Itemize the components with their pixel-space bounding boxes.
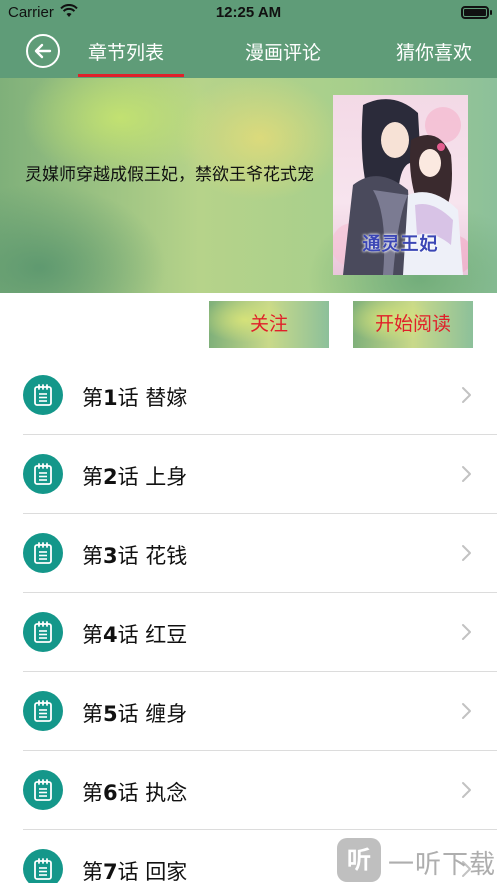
comic-cover-image[interactable]: 通灵王妃	[333, 95, 468, 275]
chapter-number: 5	[103, 702, 118, 726]
chapter-item[interactable]: 第6话 执念	[0, 751, 497, 830]
chapter-name: 话 红豆	[117, 623, 188, 647]
notebook-glyph	[34, 858, 52, 880]
chapter-item[interactable]: 第1话 替嫁	[0, 356, 497, 435]
chapter-number: 2	[103, 465, 118, 489]
chevron-right-icon	[462, 624, 471, 640]
notebook-icon	[23, 454, 63, 494]
chevron-right-icon	[462, 782, 471, 798]
notebook-icon	[23, 612, 63, 652]
chapter-item[interactable]: 第5话 缠身	[0, 672, 497, 751]
notebook-glyph	[34, 779, 52, 801]
watermark-logo: 听	[337, 838, 381, 882]
chapter-prefix: 第	[82, 386, 103, 410]
notebook-glyph	[34, 621, 52, 643]
follow-button[interactable]: 关注	[209, 301, 329, 348]
chapter-prefix: 第	[82, 860, 103, 883]
notebook-glyph	[34, 463, 52, 485]
chapter-title: 第2话 上身	[82, 461, 187, 491]
chevron-right-icon	[462, 466, 471, 482]
tab-chapter-list[interactable]: 章节列表	[88, 38, 164, 65]
chapter-list: 第1话 替嫁 第2话 上身 第3话 花钱 第4话 红豆 第5话 缠身 第6话 执念 第7话 …	[0, 356, 497, 883]
notebook-icon	[23, 533, 63, 573]
chapter-name: 话 缠身	[117, 702, 188, 726]
notebook-icon	[23, 375, 63, 415]
notebook-icon	[23, 849, 63, 883]
arrow-left-icon	[34, 43, 52, 59]
chapter-title: 第7话 回家	[82, 856, 187, 883]
chapter-title: 第3话 花钱	[82, 540, 187, 570]
chapter-title: 第5话 缠身	[82, 698, 187, 728]
chapter-name: 话 执念	[117, 781, 188, 805]
notebook-glyph	[34, 384, 52, 406]
chapter-prefix: 第	[82, 623, 103, 647]
battery-fill	[464, 9, 486, 16]
chapter-item[interactable]: 第2话 上身	[0, 435, 497, 514]
tab-active-indicator	[78, 74, 184, 77]
battery-icon	[461, 6, 492, 19]
chapter-number: 1	[103, 386, 118, 410]
chevron-right-icon	[462, 387, 471, 403]
notebook-icon	[23, 770, 63, 810]
chapter-title: 第4话 红豆	[82, 619, 187, 649]
chapter-name: 话 上身	[117, 465, 188, 489]
chapter-item[interactable]: 第3话 花钱	[0, 514, 497, 593]
chevron-right-icon	[462, 703, 471, 719]
chapter-name: 话 花钱	[117, 544, 188, 568]
chapter-number: 6	[103, 781, 118, 805]
chapter-name: 话 回家	[117, 860, 188, 883]
start-reading-button[interactable]: 开始阅读	[353, 301, 473, 348]
notebook-glyph	[34, 542, 52, 564]
screen: Carrier 12:25 AM 章节列表 漫画评论 猜你喜欢 灵媒师穿越成假王…	[0, 0, 497, 883]
chapter-prefix: 第	[82, 702, 103, 726]
chapter-number: 4	[103, 623, 118, 647]
status-bar: Carrier 12:25 AM	[0, 0, 497, 24]
watermark-text: 一听下载	[388, 850, 497, 880]
chapter-number: 3	[103, 544, 118, 568]
notebook-icon	[23, 691, 63, 731]
chapter-title: 第6话 执念	[82, 777, 187, 807]
chapter-title: 第1话 替嫁	[82, 382, 187, 412]
chapter-item[interactable]: 第4话 红豆	[0, 593, 497, 672]
tab-comic-comments[interactable]: 漫画评论	[245, 38, 321, 65]
chapter-prefix: 第	[82, 781, 103, 805]
tab-recommendations[interactable]: 猜你喜欢	[396, 38, 472, 65]
watermark: 听 一听下载	[337, 838, 497, 883]
chevron-right-icon	[462, 545, 471, 561]
status-time: 12:25 AM	[215, 4, 282, 21]
chapter-prefix: 第	[82, 544, 103, 568]
cover-title-logo: 通灵王妃	[362, 234, 439, 255]
chapter-name: 话 替嫁	[117, 386, 188, 410]
comic-banner: 灵媒师穿越成假王妃，禁欲王爷花式宠 通灵王妃	[0, 78, 497, 293]
chapter-prefix: 第	[82, 465, 103, 489]
chapter-number: 7	[103, 860, 118, 883]
nav-bar: 章节列表 漫画评论 猜你喜欢	[0, 24, 497, 78]
notebook-glyph	[34, 700, 52, 722]
back-button[interactable]	[26, 34, 60, 68]
comic-title: 灵媒师穿越成假王妃，禁欲王爷花式宠	[25, 165, 314, 185]
